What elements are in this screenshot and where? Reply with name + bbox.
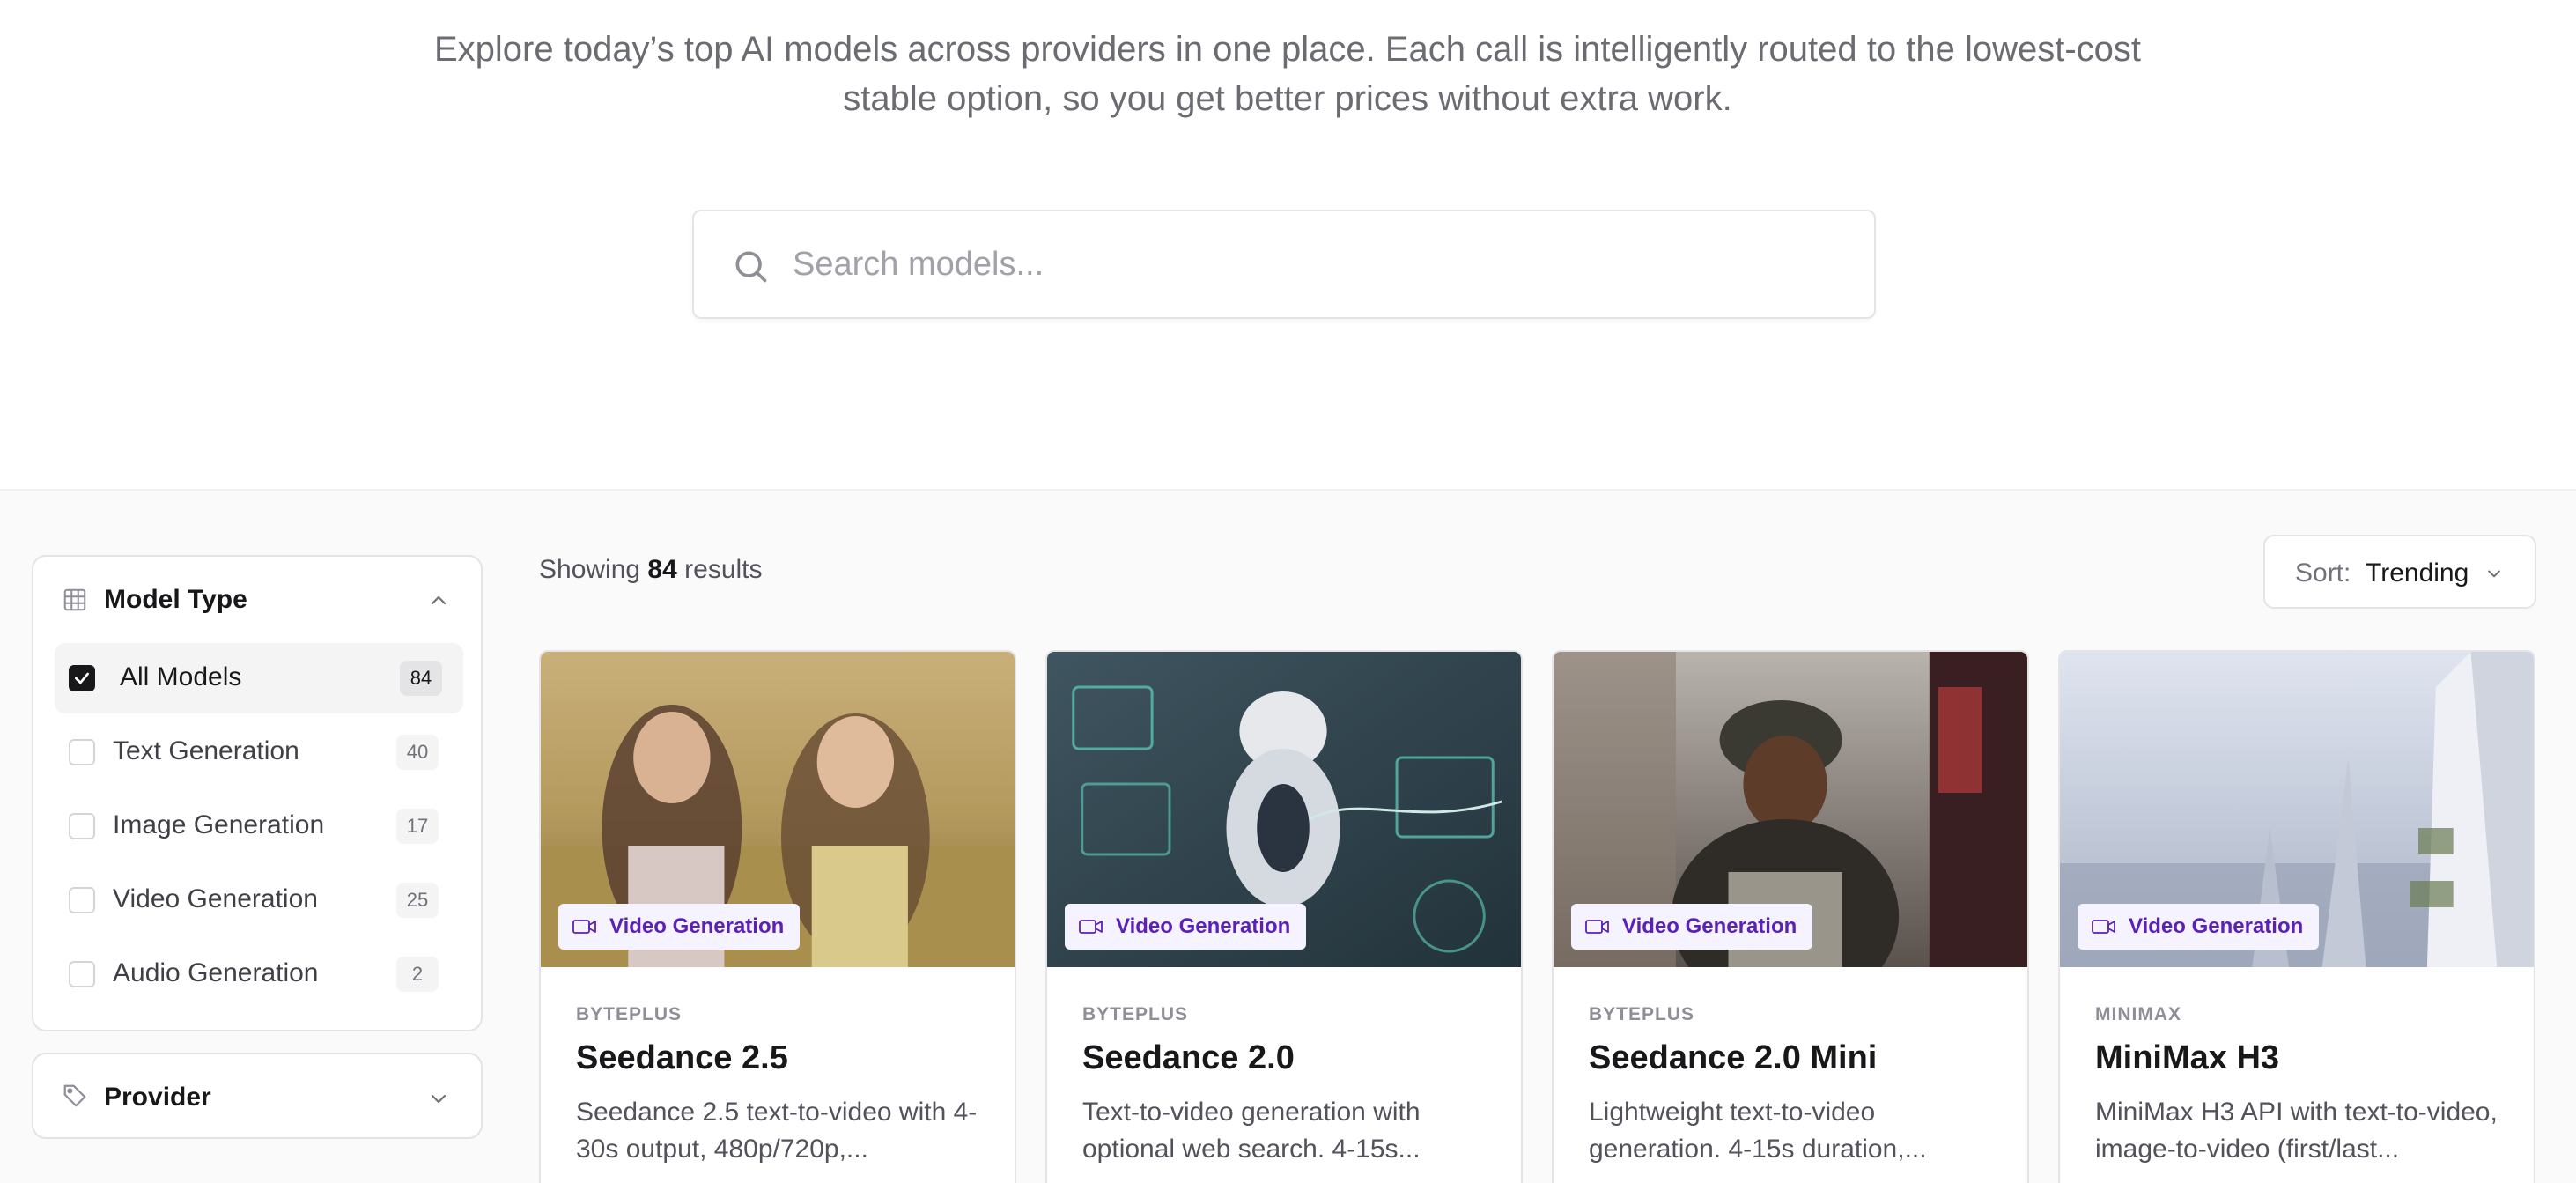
- category-badge: Video Generation: [558, 904, 801, 950]
- filter-label: Text Generation: [113, 736, 299, 765]
- model-type-title: Model Type: [104, 585, 247, 614]
- model-type-header[interactable]: Model Type: [33, 557, 481, 641]
- card-description: Text-to-video generation with optional w…: [1082, 1098, 1421, 1164]
- results-prefix: Showing: [539, 555, 641, 584]
- card-title: Seedance 2.0 Mini: [1589, 1039, 1878, 1076]
- model-card-seedance-2-0[interactable]: Video Generation BYTEPLUS Seedance 2.0 T…: [1045, 650, 1523, 1183]
- provider-header[interactable]: Provider: [33, 1054, 481, 1139]
- filter-count: 2: [396, 957, 439, 992]
- catalog-section: Model Type All Models 84 Text Generation…: [0, 489, 2576, 1183]
- card-provider: BYTEPLUS: [1589, 1004, 1695, 1024]
- filter-label: All Models: [120, 662, 242, 691]
- filter-all-models[interactable]: All Models 84: [55, 643, 463, 713]
- search-icon: [735, 251, 767, 283]
- provider-panel[interactable]: Provider: [32, 1053, 483, 1139]
- filter-count: 17: [396, 809, 439, 844]
- video-camera-icon: [1079, 920, 1103, 934]
- checkbox-checked[interactable]: [69, 665, 95, 691]
- card-description: MiniMax H3 API with text-to-video, image…: [2095, 1098, 2498, 1164]
- category-badge: Video Generation: [1065, 904, 1307, 950]
- card-provider: MINIMAX: [2095, 1004, 2181, 1024]
- video-camera-icon: [572, 920, 596, 934]
- badge-label: Video Generation: [1622, 914, 1797, 938]
- provider-title: Provider: [104, 1083, 211, 1112]
- search-box[interactable]: [692, 210, 1876, 319]
- chevron-up-icon[interactable]: [428, 590, 449, 611]
- hero-subtitle: Explore today’s top AI models across pro…: [433, 30, 2142, 118]
- filter-count: 25: [396, 883, 439, 918]
- filter-label: Audio Generation: [113, 958, 319, 987]
- filter-count: 84: [400, 661, 442, 696]
- card-title: MiniMax H3: [2095, 1039, 2280, 1076]
- video-camera-icon: [2092, 920, 2115, 934]
- model-type-panel: Model Type All Models 84 Text Generation…: [32, 555, 483, 1031]
- sort-value: Trending: [2366, 558, 2469, 588]
- sort-label: Sort:: [2295, 558, 2351, 588]
- badge-label: Video Generation: [609, 914, 785, 938]
- card-title: Seedance 2.0: [1082, 1039, 1295, 1076]
- card-provider: BYTEPLUS: [576, 1004, 683, 1024]
- results-suffix: results: [684, 555, 763, 584]
- grid-icon: [63, 588, 86, 611]
- filter-text-generation[interactable]: Text Generation 40: [55, 717, 463, 787]
- results-count: Showing 84 results: [539, 555, 763, 585]
- category-badge: Video Generation: [2078, 904, 2320, 950]
- checkbox[interactable]: [69, 813, 95, 839]
- hero-section: Explore today’s top AI models across pro…: [0, 0, 2576, 489]
- checkbox[interactable]: [69, 887, 95, 913]
- filter-label: Image Generation: [113, 810, 325, 839]
- tag-icon: [63, 1084, 86, 1107]
- card-title: Seedance 2.5: [576, 1039, 788, 1076]
- filter-count: 40: [396, 735, 439, 770]
- model-card-seedance-2-5[interactable]: Video Generation BYTEPLUS Seedance 2.5 S…: [539, 650, 1016, 1183]
- badge-label: Video Generation: [1116, 914, 1291, 938]
- checkbox[interactable]: [69, 739, 95, 765]
- search-input[interactable]: [793, 227, 1849, 301]
- checkbox[interactable]: [69, 961, 95, 987]
- category-badge: Video Generation: [1571, 904, 1813, 950]
- model-card-minimax-h3[interactable]: Video Generation MINIMAX MiniMax H3 Mini…: [2058, 650, 2535, 1183]
- model-card-seedance-2-0-mini[interactable]: Video Generation BYTEPLUS Seedance 2.0 M…: [1552, 650, 2029, 1183]
- card-provider: BYTEPLUS: [1082, 1004, 1189, 1024]
- chevron-down-icon: [2488, 570, 2500, 578]
- card-description: Seedance 2.5 text-to-video with 4-30s ou…: [576, 1098, 978, 1164]
- results-number: 84: [647, 555, 677, 584]
- filter-image-generation[interactable]: Image Generation 17: [55, 791, 463, 861]
- chevron-down-icon[interactable]: [428, 1088, 449, 1109]
- sort-dropdown[interactable]: Sort: Trending: [2263, 535, 2536, 609]
- video-camera-icon: [1585, 920, 1609, 934]
- filter-audio-generation[interactable]: Audio Generation 2: [55, 939, 463, 1009]
- card-description: Lightweight text-to-video generation. 4-…: [1589, 1098, 1927, 1164]
- filter-label: Video Generation: [113, 884, 318, 913]
- filter-video-generation[interactable]: Video Generation 25: [55, 865, 463, 935]
- checkmark-icon: [75, 672, 89, 684]
- badge-label: Video Generation: [2129, 914, 2304, 938]
